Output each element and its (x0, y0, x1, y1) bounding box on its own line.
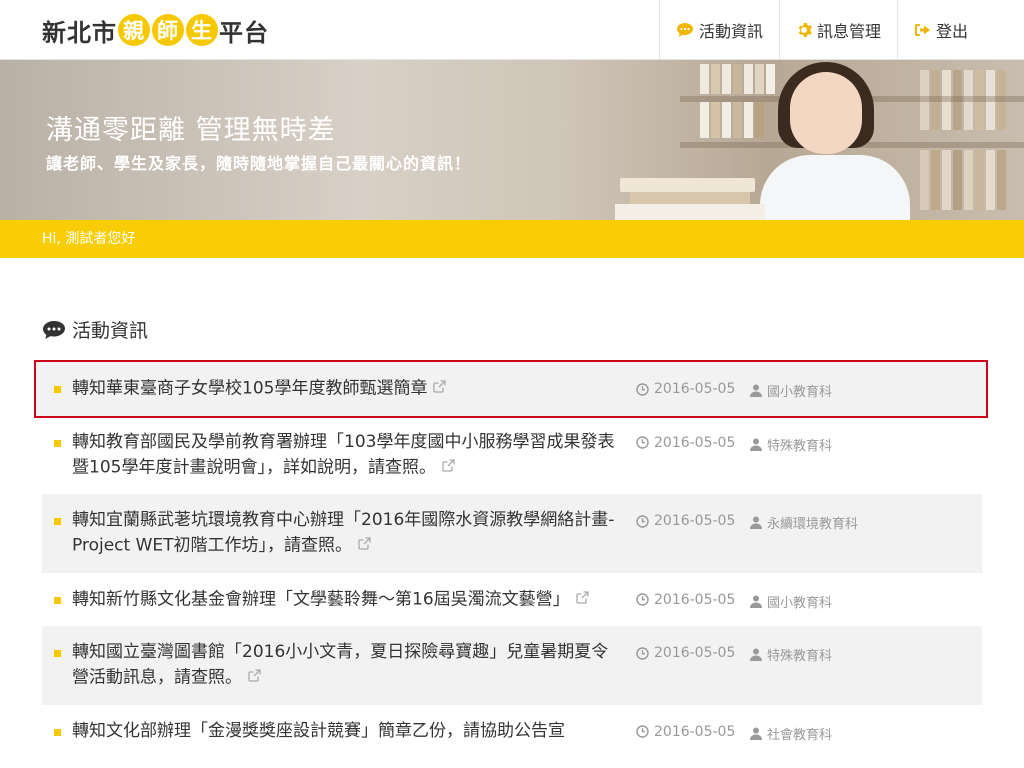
site-logo[interactable]: 新北市 親 師 生 平台 (42, 12, 269, 48)
book-stack-decoration (630, 192, 750, 204)
item-department-text: 特殊教育科 (767, 438, 833, 454)
book-stack-decoration (615, 204, 765, 220)
item-title-link[interactable]: 轉知教育部國民及學前教育署辦理「103學年度國中小服務學習成果發表暨105學年度… (72, 430, 620, 481)
bullet-marker (54, 518, 61, 525)
item-title-link[interactable]: 轉知文化部辦理「金漫獎獎座設計競賽」簡章乙份，請協助公告宣 (72, 719, 620, 744)
chat-bubble-icon (676, 22, 694, 38)
bullet-marker (54, 439, 61, 447)
item-date-text: 2016-05-05 (654, 434, 736, 451)
item-date-text: 2016-05-05 (654, 591, 736, 608)
banner-title: 溝通零距離 管理無時差 (46, 115, 336, 146)
item-title: 轉知國立臺灣圖書館「2016小小文青，夏日探險尋寶趣」兒童暑期夏令營活動訊息，請… (72, 642, 609, 688)
item-title-link[interactable]: 轉知宜蘭縣武荖坑環境教育中心辦理「2016年國際水資源教學網絡計畫-Projec… (72, 508, 620, 559)
item-title: 轉知文化部辦理「金漫獎獎座設計競賽」簡章乙份，請協助公告宣 (72, 720, 565, 741)
item-title-link[interactable]: 轉知新竹縣文化基金會辦理「文學藝聆舞～第16屆吳濁流文藝營」 (72, 587, 620, 613)
nav-label: 訊息管理 (816, 22, 881, 41)
header: 新北市 親 師 生 平台 活動資訊 訊息管理 登出 (0, 0, 1024, 60)
hero-banner: 溝通零距離 管理無時差 讓老師、學生及家長，隨時隨地掌握自己最關心的資訊！ (0, 60, 1024, 220)
clock-icon (636, 725, 649, 738)
list-item[interactable]: 轉知國立臺灣圖書館「2016小小文青，夏日探險尋寶趣」兒童暑期夏令營活動訊息，請… (42, 626, 982, 705)
logo-circle-char: 師 (152, 14, 184, 46)
nav-activity-info[interactable]: 活動資訊 (658, 0, 779, 60)
nav-label: 活動資訊 (698, 22, 763, 41)
external-link-icon[interactable] (358, 533, 371, 558)
user-icon (750, 595, 762, 608)
bullet-marker (54, 728, 61, 736)
sign-out-icon (914, 22, 931, 38)
item-department: 國小教育科 (750, 381, 832, 400)
banner-subtitle: 讓老師、學生及家長，隨時隨地掌握自己最關心的資訊！ (46, 154, 472, 173)
student-photo-face (790, 72, 862, 154)
section-heading: 活動資訊 (42, 316, 148, 343)
external-link-icon[interactable] (575, 587, 589, 612)
clock-icon (636, 382, 649, 396)
item-date: 2016-05-05 (636, 381, 735, 397)
item-department-text: 國小教育科 (767, 595, 833, 611)
nav-message-management[interactable]: 訊息管理 (778, 0, 897, 60)
book-stack-decoration (620, 178, 755, 192)
item-title: 轉知教育部國民及學前教育署辦理「103學年度國中小服務學習成果發表暨105學年度… (72, 431, 615, 478)
item-department-text: 特殊教育科 (767, 649, 833, 664)
nav-label: 登出 (935, 22, 968, 41)
item-department: 特殊教育科 (750, 645, 832, 664)
item-date: 2016-05-05 (636, 513, 735, 529)
item-title-link[interactable]: 轉知華東臺商子女學校105學年度教師甄選簡章 (72, 376, 620, 402)
item-title: 轉知宜蘭縣武荖坑環境教育中心辦理「2016年國際水資源教學網絡計畫-Projec… (72, 510, 615, 556)
item-title-link[interactable]: 轉知國立臺灣圖書館「2016小小文青，夏日探險尋寶趣」兒童暑期夏令營活動訊息，請… (72, 640, 620, 691)
item-department: 國小教育科 (750, 592, 832, 611)
list-item[interactable]: 轉知宜蘭縣武荖坑環境教育中心辦理「2016年國際水資源教學網絡計畫-Projec… (42, 494, 982, 573)
external-link-icon[interactable] (248, 665, 261, 690)
item-department-text: 國小教育科 (767, 385, 833, 400)
item-title: 轉知新竹縣文化基金會辦理「文學藝聆舞～第16屆吳濁流文藝營」 (72, 589, 570, 609)
bookshelf-decoration (920, 150, 1008, 210)
section-title: 活動資訊 (72, 320, 149, 342)
list-item[interactable]: 轉知文化部辦理「金漫獎獎座設計競賽」簡章乙份，請協助公告宣 2016-05-05… (42, 705, 982, 758)
external-link-icon[interactable] (433, 376, 447, 401)
item-date-text: 2016-05-05 (654, 381, 736, 397)
clock-icon (636, 593, 649, 606)
greeting-bar: Hi, 測試者您好 (0, 220, 1024, 258)
item-date: 2016-05-05 (636, 592, 735, 608)
activity-list: 轉知華東臺商子女學校105學年度教師甄選簡章 2016-05-05 國小教育科 … (34, 360, 988, 758)
item-date-text: 2016-05-05 (654, 645, 736, 661)
external-link-icon[interactable] (442, 455, 455, 480)
user-icon (750, 648, 762, 661)
item-department: 特殊教育科 (750, 435, 832, 454)
nav-logout[interactable]: 登出 (896, 0, 1024, 60)
list-item[interactable]: 轉知教育部國民及學前教育署辦理「103學年度國中小服務學習成果發表暨105學年度… (42, 416, 982, 495)
user-icon (750, 727, 762, 740)
student-photo-shirt (760, 155, 910, 220)
clock-icon (636, 436, 649, 449)
item-department: 社會教育科 (750, 724, 832, 743)
item-date: 2016-05-05 (636, 724, 735, 740)
item-date-text: 2016-05-05 (654, 723, 736, 740)
bullet-marker (54, 386, 61, 393)
top-nav: 活動資訊 訊息管理 登出 (658, 0, 1024, 60)
item-department-text: 社會教育科 (767, 727, 833, 743)
logo-circle-char: 親 (118, 14, 150, 46)
user-icon (750, 516, 762, 529)
item-date-text: 2016-05-05 (654, 513, 736, 529)
item-date: 2016-05-05 (636, 645, 735, 661)
logo-circle-char: 生 (186, 14, 218, 46)
list-item[interactable]: 轉知新竹縣文化基金會辦理「文學藝聆舞～第16屆吳濁流文藝營」 2016-05-0… (42, 573, 982, 627)
logo-prefix: 新北市 (42, 18, 117, 47)
bullet-marker (54, 596, 61, 604)
gear-icon (796, 22, 812, 38)
item-department: 永續環境教育科 (750, 513, 858, 532)
item-title: 轉知華東臺商子女學校105學年度教師甄選簡章 (72, 378, 428, 399)
item-department-text: 永續環境教育科 (767, 517, 859, 532)
bullet-marker (54, 650, 61, 657)
item-date: 2016-05-05 (636, 435, 735, 451)
user-icon (750, 438, 762, 451)
comment-icon (42, 320, 66, 340)
user-icon (750, 384, 762, 397)
clock-icon (636, 514, 649, 528)
bookshelf-decoration (700, 64, 777, 94)
logo-suffix: 平台 (219, 18, 269, 47)
list-item[interactable]: 轉知華東臺商子女學校105學年度教師甄選簡章 2016-05-05 國小教育科 (34, 360, 988, 418)
bookshelf-decoration (700, 102, 766, 138)
clock-icon (636, 646, 649, 660)
